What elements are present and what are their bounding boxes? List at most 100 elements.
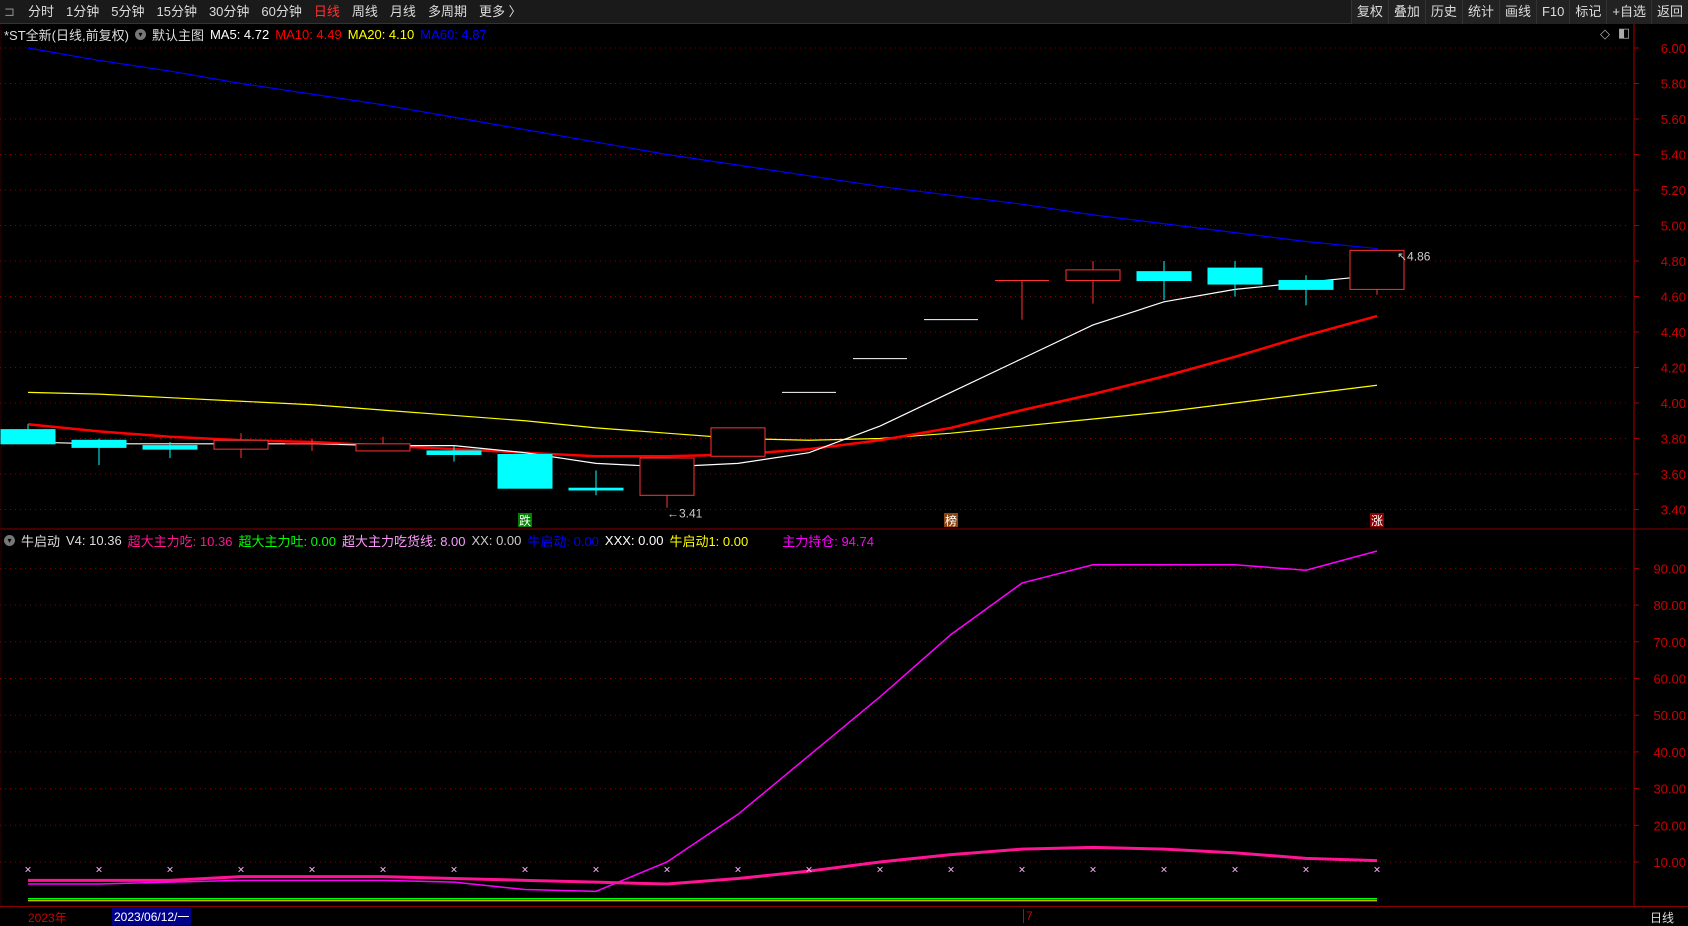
candle-body xyxy=(639,457,695,496)
super-eat-value: 超大主力吃: 10.36 xyxy=(127,534,233,549)
price-tick-label: 4.80 xyxy=(1661,254,1686,269)
candle-body xyxy=(426,450,482,455)
indicator-line xyxy=(28,550,1378,893)
period-label: 日线 xyxy=(1650,911,1675,925)
x-marker: × xyxy=(592,862,599,876)
candle xyxy=(639,457,695,508)
time-axis: 2023年 2023/06/12/一 7 日线 xyxy=(0,906,1688,925)
indicator-tick-label: 50.00 xyxy=(1653,708,1686,723)
x-marker: × xyxy=(805,862,812,876)
candle xyxy=(1278,275,1334,306)
price-tick-label: 3.60 xyxy=(1661,467,1686,482)
candle xyxy=(142,442,198,459)
candle-body xyxy=(710,427,766,457)
main-position-value: 主力持仓: 94.74 xyxy=(782,534,874,549)
cursor-date: 2023/06/12/一 xyxy=(112,908,192,925)
price-tick-label: 5.40 xyxy=(1661,148,1686,163)
x-marker: × xyxy=(1018,862,1025,876)
price-tick-label: 4.00 xyxy=(1661,396,1686,411)
candle-body xyxy=(1136,271,1192,282)
x-marker: × xyxy=(237,862,244,876)
candle-body xyxy=(213,439,269,450)
indicator-tick-label: 60.00 xyxy=(1653,672,1686,687)
candle xyxy=(1065,261,1121,304)
month-label: 7 xyxy=(1023,909,1033,923)
diamond-icon[interactable]: ◇ xyxy=(1600,26,1610,42)
stock-title: *ST全新(日线,前复权) xyxy=(4,28,129,43)
price-tick-label: 4.40 xyxy=(1661,325,1686,340)
x-marker: × xyxy=(1302,862,1309,876)
super-spit-value: 超大主力吐: 0.00 xyxy=(238,534,336,549)
ma60-line xyxy=(27,47,1378,250)
panel-toggle-icon[interactable]: ◧ xyxy=(1618,25,1630,41)
ma20-label: MA20: 4.10 xyxy=(347,27,415,42)
main-legend: *ST全新(日线,前复权) ▾ 默认主图 MA5: 4.72 MA10: 4.4… xyxy=(4,25,487,44)
candle xyxy=(355,436,411,452)
x-marker: × xyxy=(947,862,954,876)
candle-body xyxy=(71,439,127,448)
x-marker: × xyxy=(450,862,457,876)
price-tick-label: 5.80 xyxy=(1661,77,1686,92)
xx-value: XX: 0.00 xyxy=(471,533,522,548)
year-label: 2023年 xyxy=(28,911,67,925)
high-annotation: ↖4.86 xyxy=(1397,249,1431,263)
candle-body xyxy=(0,429,56,445)
candle-body xyxy=(142,445,198,450)
x-marker: × xyxy=(876,862,883,876)
kline-chart[interactable]: 6.00 5.80 5.60 5.40 5.20 5.00 4.80 4.60 4.40 4.20… xyxy=(0,0,1688,924)
low-annotation: ←3.41 xyxy=(667,507,703,521)
x-marker: × xyxy=(95,862,102,876)
price-tick-label: 5.00 xyxy=(1661,219,1686,234)
dropdown-icon[interactable]: ▾ xyxy=(134,29,146,40)
niu-start-value: 牛启动: 0.00 xyxy=(527,534,599,549)
x-marker: × xyxy=(1373,862,1380,876)
x-marker: × xyxy=(1160,862,1167,876)
price-tick-label: 6.00 xyxy=(1661,41,1686,56)
candle xyxy=(568,470,624,496)
candle xyxy=(213,433,269,459)
candle-body xyxy=(1207,267,1263,285)
x-marker: × xyxy=(24,862,31,876)
candle xyxy=(71,438,127,466)
candle-body xyxy=(355,443,411,452)
x-marker: × xyxy=(166,862,173,876)
indicator-tick-label: 80.00 xyxy=(1653,598,1686,613)
signal-marker: 榜 xyxy=(945,513,957,528)
candle xyxy=(1349,249,1405,295)
signal-marker: 涨 xyxy=(1371,513,1383,528)
ma10-line xyxy=(27,314,1378,458)
ma5-label: MA5: 4.72 xyxy=(209,27,270,42)
indicator-tick-label: 90.00 xyxy=(1653,561,1686,576)
niu-start1-value: 牛启动1: 0.00 xyxy=(669,534,749,549)
template-select[interactable]: 默认主图 xyxy=(152,25,204,44)
candle xyxy=(497,453,553,489)
x-marker: × xyxy=(379,862,386,876)
x-marker: × xyxy=(521,862,528,876)
candle-body xyxy=(568,487,624,491)
x-marker: × xyxy=(1231,862,1238,876)
x-marker: × xyxy=(734,862,741,876)
price-tick-label: 3.80 xyxy=(1661,432,1686,447)
price-tick-label: 5.60 xyxy=(1661,112,1686,127)
dropdown-icon[interactable]: ▾ xyxy=(4,535,15,546)
candle-body xyxy=(1065,269,1121,282)
candle-body xyxy=(1278,280,1334,290)
eat-line-value: 超大主力吃货线: 8.00 xyxy=(341,534,466,549)
signal-marker: 跌 xyxy=(519,513,531,528)
indicator-tick-label: 30.00 xyxy=(1653,782,1686,797)
indicator-tick-label: 20.00 xyxy=(1653,818,1686,833)
candle xyxy=(995,280,1049,320)
xxx-value: XXX: 0.00 xyxy=(604,533,664,548)
ma10-label: MA10: 4.49 xyxy=(275,27,342,42)
indicator-name[interactable]: 牛启动 xyxy=(21,531,60,550)
ma60-label: MA60: 4.87 xyxy=(420,27,487,42)
indicator-tick-label: 40.00 xyxy=(1653,745,1686,760)
x-marker: × xyxy=(308,862,315,876)
indicator-tick-label: 10.00 xyxy=(1653,855,1686,870)
v4-value: V4: 10.36 xyxy=(66,533,122,548)
price-tick-label: 3.40 xyxy=(1661,503,1686,518)
indicator-tick-label: 70.00 xyxy=(1653,635,1686,650)
x-marker: × xyxy=(1089,862,1096,876)
candle xyxy=(1136,261,1192,301)
candle xyxy=(710,427,766,457)
